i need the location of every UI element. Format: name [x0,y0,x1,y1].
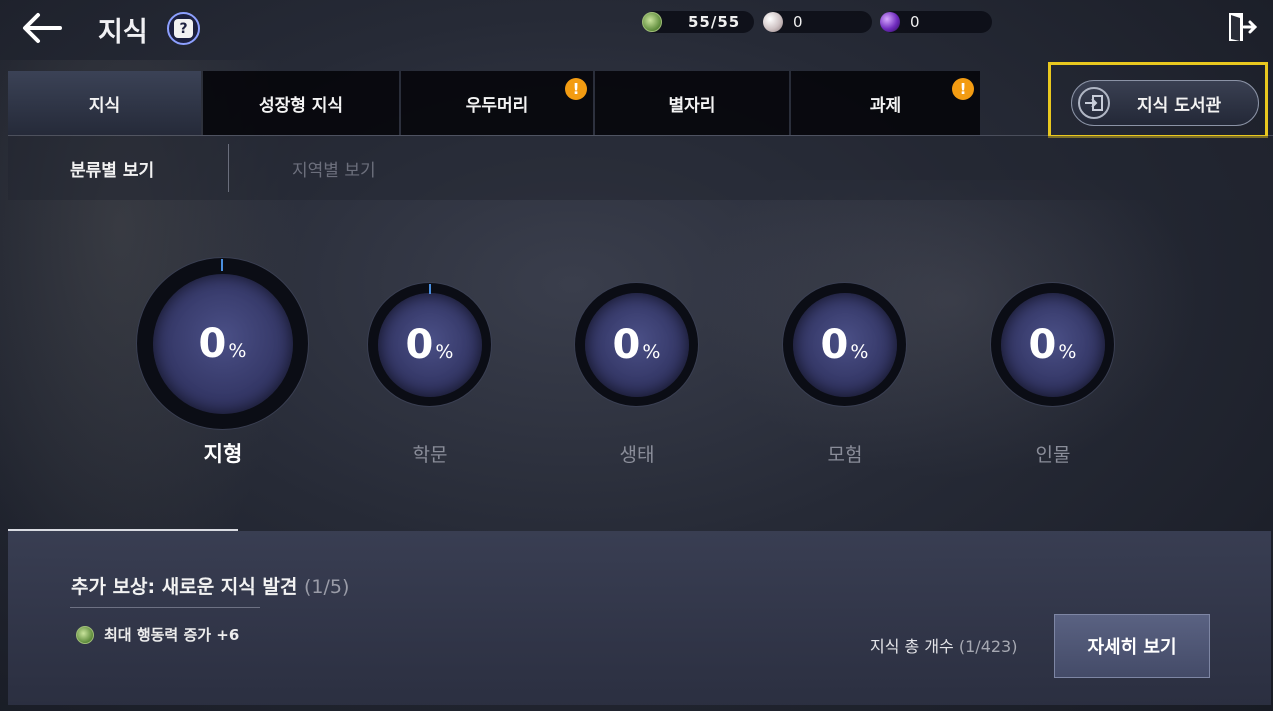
subtab-by-region[interactable]: 지역별 보기 [292,136,376,200]
percent-sign: % [850,340,869,363]
total-knowledge-count: 지식 총 개수 (1/423) [870,633,1017,657]
panel-accent-line [8,529,238,531]
category-label: 모험 [827,444,863,466]
category-percent: 0 [820,321,849,368]
energy-counter: 55/55 [642,11,754,33]
tab-label: 우두머리 [465,95,529,116]
category-percent: 0 [198,320,227,367]
tab-label: 과제 [869,95,902,116]
help-book-icon[interactable]: ? [167,12,200,45]
percent-sign: % [642,340,661,363]
category-label: 생태 [619,444,655,466]
category-label: 지형 [203,442,243,466]
view-subtabs: 분류별 보기 지역별 보기 [8,136,1273,200]
tab-boss[interactable]: 우두머리 ! [401,71,593,135]
tab-label: 성장형 지식 [258,95,344,116]
category-percent: 0 [405,321,434,368]
energy-value: 55/55 [688,13,741,31]
reward-divider [70,607,260,608]
tab-task[interactable]: 과제 ! [791,71,980,135]
category-label: 학문 [412,444,448,466]
reward-count: (1/5) [303,576,350,598]
category-label: 인물 [1035,444,1071,466]
knowledge-library-button[interactable]: 지식 도서관 [1071,80,1259,126]
alert-badge-icon: ! [565,78,587,100]
percent-sign: % [228,339,247,362]
page-title: 지식 [98,17,148,48]
reward-title-text: 추가 보상: 새로운 지식 발견 [71,576,298,598]
percent-sign: % [435,340,454,363]
tab-label: 지식 [88,95,121,116]
tab-growth-knowledge[interactable]: 성장형 지식 [203,71,399,135]
tab-knowledge[interactable]: 지식 [8,71,201,135]
energy-icon [642,12,662,32]
knowledge-library-label: 지식 도서관 [1137,95,1222,116]
exit-door-icon[interactable] [1226,10,1258,44]
percent-sign: % [1058,340,1077,363]
total-count: (1/423) [958,637,1018,656]
subtab-by-category[interactable]: 분류별 보기 [70,136,154,200]
purple-orb-value: 0 [910,13,920,31]
purple-orb-icon [880,12,900,32]
pearl-value: 0 [793,13,803,31]
purple-orb-counter: 0 [880,11,992,33]
progress-tick [221,259,223,271]
subtab-divider [228,144,229,192]
pearl-counter: 0 [763,11,872,33]
category-percent: 0 [1028,321,1057,368]
reward-item-text: 최대 행동력 증가 +6 [104,626,240,644]
tab-label: 별자리 [668,95,716,116]
main-tabs: 지식 성장형 지식 우두머리 ! 별자리 과제 ! [8,71,982,135]
total-label: 지식 총 개수 [870,637,954,656]
reward-item: 최대 행동력 증가 +6 [76,624,239,645]
reward-title: 추가 보상: 새로운 지식 발견 (1/5) [71,572,349,599]
energy-icon [76,625,94,644]
category-percent: 0 [612,321,641,368]
top-bar: 지식 ? 55/55 0 0 [0,0,1273,56]
tab-constellation[interactable]: 별자리 [595,71,789,135]
pearl-icon [763,12,783,32]
alert-badge-icon: ! [952,78,974,100]
view-details-button[interactable]: 자세히 보기 [1054,614,1210,678]
enter-icon [1078,87,1110,119]
progress-tick [429,284,431,294]
back-arrow-icon[interactable] [20,10,64,46]
background-rock-right [700,180,1200,480]
